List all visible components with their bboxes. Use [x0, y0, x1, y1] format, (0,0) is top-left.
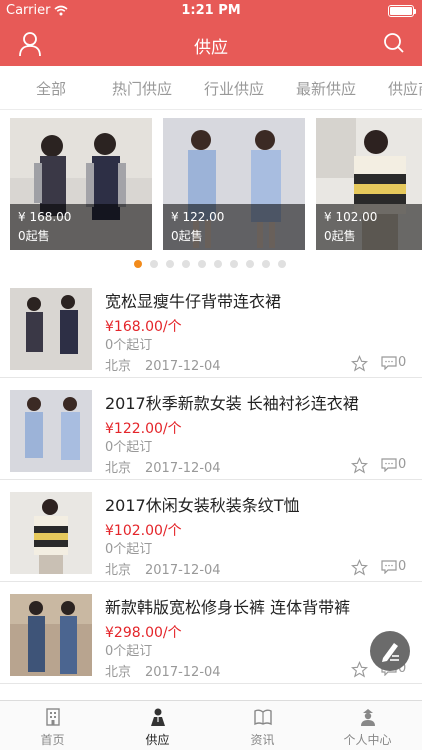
tab-suppliers[interactable]: 供应商 [388, 78, 422, 99]
item-city: 北京 [105, 563, 132, 578]
item-moq: 0个起订 [105, 338, 153, 353]
tab-label: 供应 [145, 733, 170, 747]
tab-label: 资讯 [250, 733, 275, 747]
list-item[interactable]: 宽松显瘦牛仔背带连衣裙 ¥168.00/个 0个起订 北京 2017-12-04 … [0, 276, 422, 378]
tab-label: 首页 [40, 733, 65, 747]
star-icon[interactable] [351, 661, 368, 678]
page-dot[interactable] [150, 260, 158, 268]
list-item[interactable]: 2017秋季新款女装 长袖衬衫连衣裙 ¥122.00/个 0个起订 北京 2017… [0, 378, 422, 480]
page-dot[interactable] [278, 260, 286, 268]
item-meta: 北京 2017-12-04 [105, 355, 221, 374]
slide-moq: 0起售 [18, 229, 50, 243]
tab-supply[interactable]: 供应 [105, 701, 210, 750]
status-bar: Carrier 1:21 PM [0, 0, 422, 22]
page-dot[interactable] [246, 260, 254, 268]
category-tabs: 全部 热门供应 行业供应 最新供应 供应商 [0, 66, 422, 110]
product-carousel[interactable]: ¥ 168.00 0起售 ¥ 122.00 0起售 ¥ 102.00 0起售 [0, 110, 422, 276]
bottom-tab-bar: 首页 供应 资讯 个人中心 [0, 700, 422, 750]
item-city: 北京 [105, 359, 132, 374]
slide-price: ¥ 102.00 [324, 210, 378, 224]
tab-all[interactable]: 全部 [36, 78, 66, 99]
item-thumbnail [10, 492, 92, 574]
item-meta: 北京 2017-12-04 [105, 559, 221, 578]
tab-home[interactable]: 首页 [0, 701, 105, 750]
item-title: 2017秋季新款女装 长袖衬衫连衣裙 [105, 394, 359, 413]
tab-label: 个人中心 [343, 733, 392, 747]
slide-moq: 0起售 [324, 229, 356, 243]
page-dot[interactable] [198, 260, 206, 268]
book-icon [254, 709, 272, 726]
item-city: 北京 [105, 461, 132, 476]
item-comment-count: 0 [398, 559, 407, 574]
star-icon[interactable] [351, 559, 368, 576]
battery-icon [388, 5, 416, 17]
nav-bar: 供应 [0, 22, 422, 66]
page-dot[interactable] [166, 260, 174, 268]
search-icon[interactable] [382, 31, 406, 55]
item-comment-count: 0 [398, 355, 407, 370]
item-thumbnail [10, 288, 92, 370]
item-meta: 北京 2017-12-04 [105, 661, 221, 680]
star-icon[interactable] [351, 457, 368, 474]
item-price: ¥168.00/个 [105, 319, 182, 335]
item-date: 2017-12-04 [145, 359, 221, 374]
carousel-slide[interactable]: ¥ 102.00 0起售 [316, 118, 422, 250]
item-thumbnail [10, 594, 92, 676]
list-item[interactable]: 2017休闲女装秋装条纹T恤 ¥102.00/个 0个起订 北京 2017-12-… [0, 480, 422, 582]
carousel-slide[interactable]: ¥ 168.00 0起售 [10, 118, 152, 250]
item-price: ¥298.00/个 [105, 625, 182, 641]
item-moq: 0个起订 [105, 542, 153, 557]
page-dot[interactable] [262, 260, 270, 268]
item-price: ¥102.00/个 [105, 523, 182, 539]
item-date: 2017-12-04 [145, 563, 221, 578]
comment-icon[interactable] [381, 356, 397, 370]
slide-price: ¥ 168.00 [18, 210, 72, 224]
item-date: 2017-12-04 [145, 665, 221, 680]
list-item[interactable]: 新款韩版宽松修身长裤 连体背带裤 ¥298.00/个 0个起订 北京 2017-1… [0, 582, 422, 684]
person-icon [361, 709, 375, 726]
edit-icon [382, 643, 399, 662]
item-title: 2017休闲女装秋装条纹T恤 [105, 496, 300, 515]
item-comment-count: 0 [398, 457, 407, 472]
page-dot[interactable] [134, 260, 142, 268]
tab-latest[interactable]: 最新供应 [296, 78, 356, 99]
slide-price: ¥ 122.00 [171, 210, 225, 224]
star-icon[interactable] [351, 355, 368, 372]
item-thumbnail [10, 390, 92, 472]
page-dot[interactable] [214, 260, 222, 268]
item-title: 宽松显瘦牛仔背带连衣裙 [105, 292, 282, 311]
item-title: 新款韩版宽松修身长裤 连体背带裤 [105, 598, 351, 617]
tab-profile[interactable]: 个人中心 [315, 701, 420, 750]
tab-hot[interactable]: 热门供应 [112, 78, 172, 99]
slide-moq: 0起售 [171, 229, 203, 243]
page-dot[interactable] [182, 260, 190, 268]
page-title: 供应 [194, 38, 228, 58]
tab-industry[interactable]: 行业供应 [204, 78, 264, 99]
comment-icon[interactable] [381, 458, 397, 472]
carousel-slide[interactable]: ¥ 122.00 0起售 [163, 118, 305, 250]
building-icon [46, 708, 60, 726]
item-date: 2017-12-04 [145, 461, 221, 476]
status-time: 1:21 PM [181, 3, 241, 18]
carousel-page-indicator[interactable] [0, 260, 422, 270]
comment-icon[interactable] [381, 560, 397, 574]
item-city: 北京 [105, 665, 132, 680]
item-moq: 0个起订 [105, 440, 153, 455]
item-price: ¥122.00/个 [105, 421, 182, 437]
supply-icon [151, 708, 165, 726]
item-meta: 北京 2017-12-04 [105, 457, 221, 476]
edit-fab[interactable] [370, 631, 410, 671]
page-dot[interactable] [230, 260, 238, 268]
tab-news[interactable]: 资讯 [210, 701, 315, 750]
item-moq: 0个起订 [105, 644, 153, 659]
